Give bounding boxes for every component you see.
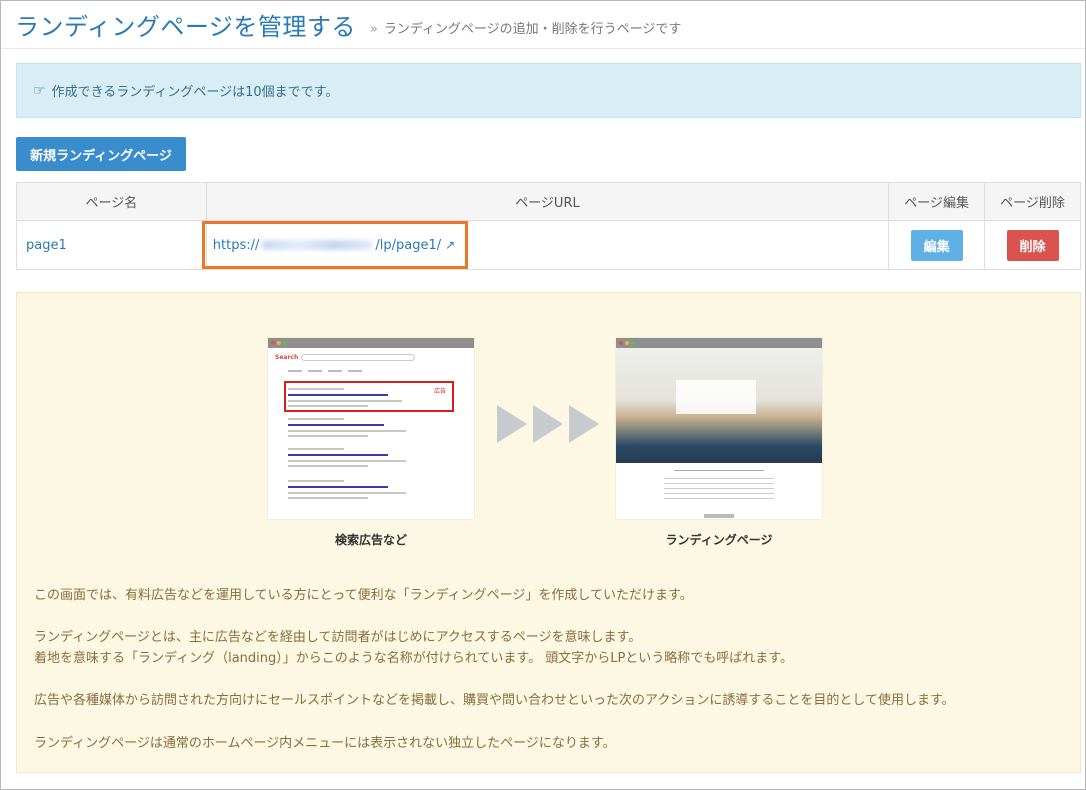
browser-bar: [616, 338, 822, 348]
landing-page-table: ページ名 ページURL ページ編集 ページ削除 page1 https:// /…: [16, 182, 1081, 270]
page-title: ランディングページを管理する: [15, 13, 356, 41]
search-ad-illustration: Search 広告: [268, 338, 474, 519]
column-header-delete: ページ削除: [984, 182, 1081, 221]
info-paragraph: この画面では、有料広告などを運用している方にとって便利な「ランディングページ」を…: [34, 588, 693, 603]
kitchen-photo: [616, 348, 822, 463]
column-header-page-name: ページ名: [16, 182, 207, 221]
delete-button[interactable]: 削除: [1006, 229, 1059, 261]
hand-pointer-icon: ☞: [33, 82, 46, 99]
ad-label: 広告: [434, 388, 447, 395]
flow-arrows-icon: [497, 405, 599, 443]
column-header-page-url: ページURL: [205, 182, 890, 221]
limit-notice: ☞ 作成できるランディングページは10個までです。: [16, 63, 1081, 118]
table-row: page1 https:// /lp/page1/ ↗ 編集 削除: [16, 220, 1081, 270]
table-header-row: ページ名 ページURL ページ編集 ページ削除: [16, 182, 1081, 221]
hero-text-card: [676, 380, 756, 414]
delete-cell: 削除: [984, 220, 1081, 270]
edit-cell: 編集: [888, 220, 986, 270]
page-name-cell: page1: [16, 220, 207, 270]
browser-bar: [268, 338, 474, 348]
blurred-domain: [261, 240, 374, 250]
info-paragraph: ランディングページとは、主に広告などを経由して訪問者がはじめにアクセスするページ…: [34, 630, 642, 645]
landing-page-caption: ランディングページ: [665, 533, 773, 547]
page-url-cell: https:// /lp/page1/ ↗: [201, 220, 890, 270]
landing-page-illustration: [616, 338, 822, 519]
subtitle-separator: »: [369, 22, 378, 37]
url-suffix: /lp/page1/: [375, 237, 442, 253]
search-box: [301, 354, 415, 361]
column-header-edit: ページ編集: [888, 182, 986, 221]
search-logo: Search: [275, 354, 299, 361]
external-link-icon: ↗: [445, 238, 456, 252]
search-ad-caption: 検索広告など: [334, 533, 407, 547]
info-paragraph: 着地を意味する「ランディング（landing）」からこのような名称が付けられてい…: [34, 651, 793, 666]
page-header: ランディングページを管理する » ランディングページの追加・削除を行うページです: [1, 1, 1085, 49]
info-paragraph: 広告や各種媒体から訪問された方向けにセールスポイントなどを掲載し、購買や問い合わ…: [34, 693, 955, 708]
info-paragraph: ランディングページは通常のホームページ内メニューには表示されない独立したページに…: [34, 736, 616, 751]
edit-button[interactable]: 編集: [910, 229, 963, 261]
page-url-link[interactable]: https:// /lp/page1/ ↗: [201, 221, 468, 269]
subtitle-text: ランディングページの追加・削除を行うページです: [383, 22, 682, 37]
new-landing-page-button[interactable]: 新規ランディングページ: [16, 137, 186, 171]
page-subtitle: » ランディングページの追加・削除を行うページです: [370, 18, 682, 37]
info-panel: Search 広告 検索広告など ランディングページ この画面では、有料広告など…: [16, 292, 1081, 773]
ad-highlight-box: 広告: [284, 381, 454, 412]
url-prefix: https://: [212, 237, 260, 253]
page-name-link[interactable]: page1: [26, 238, 67, 253]
notice-text: 作成できるランディングページは10個までです。: [51, 85, 339, 100]
